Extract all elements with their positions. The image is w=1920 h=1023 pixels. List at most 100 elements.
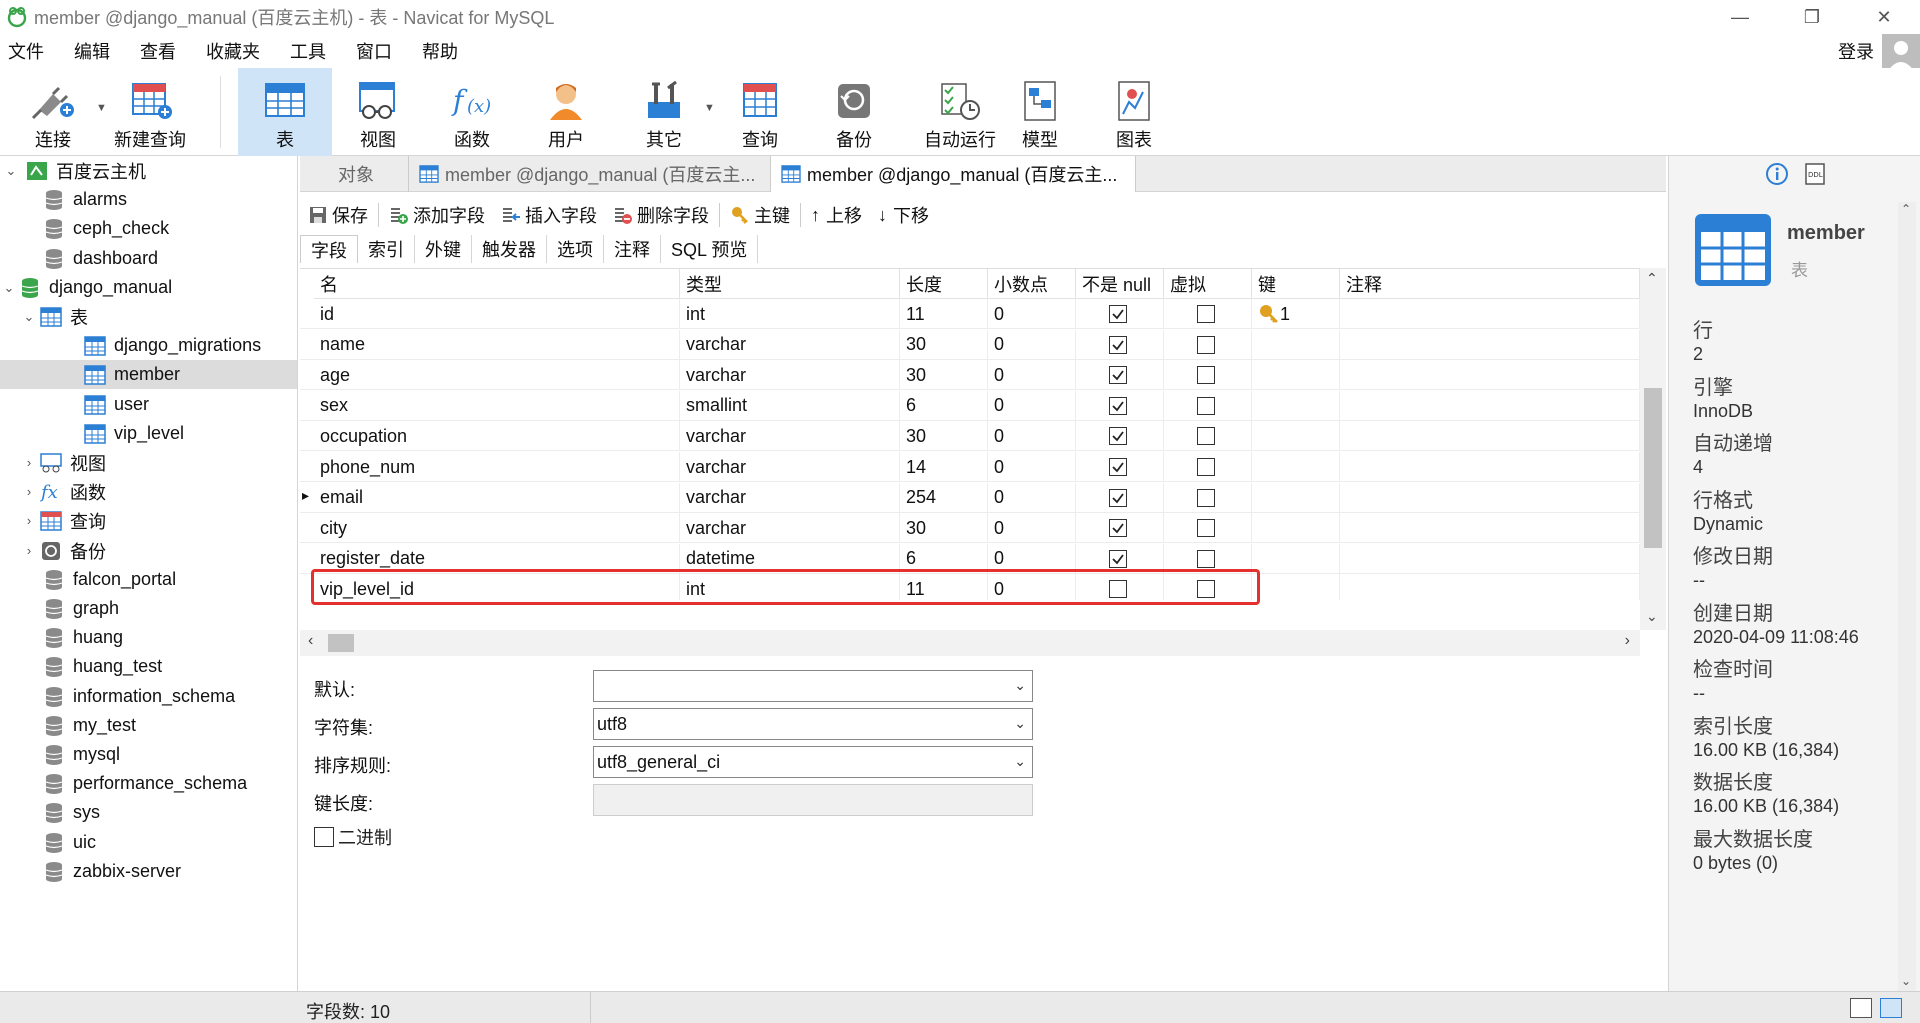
scroll-right-icon[interactable]: ›: [1625, 632, 1630, 650]
subtab-triggers[interactable]: 触发器: [472, 235, 547, 263]
cell-name[interactable]: city: [314, 513, 680, 544]
tree-item-information-schema[interactable]: information_schema: [0, 682, 297, 711]
cell-name[interactable]: id: [314, 299, 680, 329]
menu-window[interactable]: 窗口: [348, 38, 404, 64]
collapse-arrow-icon[interactable]: ⌄: [20, 309, 38, 325]
table-row[interactable]: sex smallint 6 0: [300, 390, 1640, 421]
user-avatar[interactable]: [1882, 34, 1920, 72]
table-button[interactable]: 表: [238, 68, 332, 156]
virtual-checkbox[interactable]: [1197, 458, 1215, 476]
cell-type[interactable]: varchar: [680, 482, 900, 513]
virtual-checkbox[interactable]: [1197, 396, 1215, 415]
cell-length[interactable]: 30: [900, 421, 988, 452]
cell-key[interactable]: [1252, 360, 1340, 391]
column-header-decimals[interactable]: 小数点: [988, 269, 1076, 299]
cell-type[interactable]: varchar: [680, 329, 900, 360]
scroll-down-icon[interactable]: ⌄: [1901, 974, 1911, 988]
cell-comment[interactable]: [1340, 299, 1640, 329]
column-header-key[interactable]: 键: [1252, 269, 1340, 299]
binary-checkbox[interactable]: [314, 827, 334, 847]
collapse-arrow-icon[interactable]: ⌄: [4, 163, 18, 179]
cell-type[interactable]: datetime: [680, 543, 900, 574]
query-button[interactable]: 查询: [722, 68, 798, 156]
cell-key[interactable]: [1252, 421, 1340, 452]
tree-item-uic[interactable]: uic: [0, 828, 297, 857]
cell-decimals[interactable]: 0: [988, 513, 1076, 544]
move-up-button[interactable]: ↑ 上移: [811, 202, 862, 228]
new-query-button[interactable]: 新建查询: [112, 68, 188, 156]
tree-item-huang-test[interactable]: huang_test: [0, 652, 297, 681]
cell-length[interactable]: 6: [900, 390, 988, 421]
cell-length[interactable]: 30: [900, 513, 988, 544]
tree-item-[interactable]: › 查询: [0, 506, 297, 535]
tree-item-huang[interactable]: huang: [0, 623, 297, 652]
menu-file[interactable]: 文件: [0, 38, 56, 64]
tree-item-django-migrations[interactable]: django_migrations: [0, 331, 297, 360]
tree-item-member[interactable]: member: [0, 360, 297, 389]
cell-length[interactable]: 30: [900, 329, 988, 360]
cell-length[interactable]: 30: [900, 360, 988, 391]
cell-name[interactable]: vip_level_id: [314, 574, 680, 600]
column-header-not-null[interactable]: 不是 null: [1076, 269, 1164, 299]
tree-item-ceph-check[interactable]: ceph_check: [0, 214, 297, 243]
not-null-checkbox[interactable]: [1109, 580, 1127, 599]
function-button[interactable]: f (x) 函数: [434, 68, 510, 156]
menu-view[interactable]: 查看: [132, 38, 188, 64]
tree-item-my-test[interactable]: my_test: [0, 711, 297, 740]
cell-decimals[interactable]: 0: [988, 543, 1076, 574]
tab-member-2[interactable]: member @django_manual (百度云主...: [770, 156, 1136, 192]
scroll-thumb[interactable]: [1644, 388, 1662, 548]
charset-select[interactable]: utf8 ⌄: [593, 708, 1033, 740]
login-link[interactable]: 登录: [1838, 38, 1874, 64]
table-row[interactable]: phone_num varchar 14 0: [300, 452, 1640, 482]
cell-key[interactable]: [1252, 390, 1340, 421]
chart-button[interactable]: 图表: [1096, 68, 1172, 156]
cell-comment[interactable]: [1340, 482, 1640, 513]
restore-button[interactable]: ❐: [1776, 0, 1848, 34]
tree-item-falcon-portal[interactable]: falcon_portal: [0, 565, 297, 594]
cell-type[interactable]: varchar: [680, 360, 900, 391]
tree-connection[interactable]: ⌄ 百度云主机: [0, 156, 297, 185]
column-header-name[interactable]: 名: [314, 269, 680, 299]
tree-item-performance-schema[interactable]: performance_schema: [0, 769, 297, 798]
column-header-virtual[interactable]: 虚拟: [1164, 269, 1252, 299]
cell-name[interactable]: phone_num: [314, 452, 680, 482]
table-row[interactable]: city varchar 30 0: [300, 513, 1640, 544]
cell-comment[interactable]: [1340, 574, 1640, 600]
cell-name[interactable]: register_date: [314, 543, 680, 574]
tree-item-[interactable]: › 视图: [0, 448, 297, 477]
cell-key[interactable]: [1252, 452, 1340, 482]
cell-key[interactable]: 1: [1252, 299, 1340, 329]
cell-key[interactable]: [1252, 513, 1340, 544]
not-null-checkbox[interactable]: [1109, 305, 1127, 323]
backup-button[interactable]: 备份: [816, 68, 892, 156]
tree-item-mysql[interactable]: mysql: [0, 740, 297, 769]
virtual-checkbox[interactable]: [1197, 366, 1215, 385]
expand-arrow-icon[interactable]: ›: [20, 543, 38, 558]
scroll-down-icon[interactable]: ⌄: [1646, 608, 1658, 625]
info-scrollbar[interactable]: ⌃ ⌄: [1898, 202, 1916, 991]
cell-name[interactable]: occupation: [314, 421, 680, 452]
cell-decimals[interactable]: 0: [988, 299, 1076, 329]
table-row[interactable]: age varchar 30 0: [300, 360, 1640, 391]
move-down-button[interactable]: ↓ 下移: [878, 202, 929, 228]
scroll-up-icon[interactable]: ⌃: [1646, 270, 1658, 287]
cell-comment[interactable]: [1340, 390, 1640, 421]
info-icon[interactable]: [1765, 162, 1789, 186]
virtual-checkbox[interactable]: [1197, 519, 1215, 538]
collapse-arrow-icon[interactable]: ⌄: [0, 280, 18, 296]
tree-item-[interactable]: › 备份: [0, 536, 297, 565]
subtab-fields[interactable]: 字段: [300, 235, 358, 263]
cell-length[interactable]: 254: [900, 482, 988, 513]
view-button[interactable]: 视图: [340, 68, 416, 156]
tree-item-dashboard[interactable]: dashboard: [0, 244, 297, 273]
cell-type[interactable]: int: [680, 299, 900, 329]
cell-length[interactable]: 11: [900, 574, 988, 600]
cell-length[interactable]: 11: [900, 299, 988, 329]
tree-item-[interactable]: › fx 函数: [0, 477, 297, 506]
tab-member-1[interactable]: member @django_manual (百度云主...: [408, 156, 768, 192]
connect-dropdown-arrow-icon[interactable]: ▼: [96, 102, 107, 114]
cell-key[interactable]: [1252, 482, 1340, 513]
tree-item-user[interactable]: user: [0, 390, 297, 419]
collation-select[interactable]: utf8_general_ci ⌄: [593, 746, 1033, 778]
